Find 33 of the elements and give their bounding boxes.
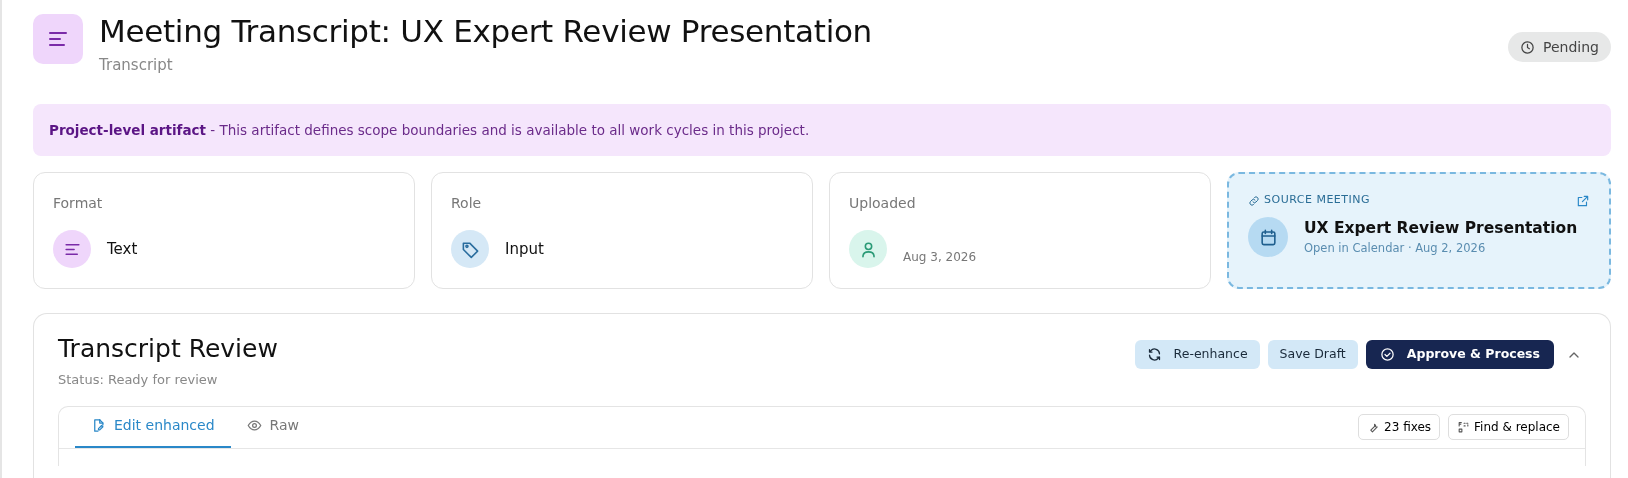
approve-button[interactable]: Approve & Process [1365,339,1554,369]
tab[interactable]: Edit enhanced [75,405,231,448]
card-label: Format [53,194,104,214]
external-link-icon [1576,193,1590,208]
source-meeting-card[interactable]: SOURCE MEETING UX Expert Review Presentation Open in Calendar · Aug 2, 2026 [1227,172,1611,290]
card-label: Role [451,194,483,214]
section-title: Transcript Review [58,334,279,365]
check-circle-icon [1379,346,1395,362]
meeting-subtitle: Open in Calendar · Aug 2, 2026 [1304,240,1487,258]
file-edit-icon [91,418,106,434]
find-replace-button[interactable]: Find & replace [1448,414,1569,441]
tab[interactable]: Raw [230,405,316,448]
page-title: Meeting Transcript: UX Expert Review Presentation [99,14,873,50]
re-enhance-button[interactable]: Re-enhance [1134,339,1260,369]
eye-icon [246,418,262,434]
link-icon [1248,194,1260,207]
find-replace-icon [1457,420,1471,434]
calendar-icon [1258,227,1278,247]
status-badge: Pending [1508,32,1611,62]
info-banner: Project-level artifact - This artifact defines scope boundaries and is available to all work cycles in this project. [33,104,1611,157]
fixes-button[interactable]: 23 fixes [1358,414,1441,441]
refresh-icon [1146,346,1162,362]
clock-icon [1520,39,1536,55]
tag-icon [460,239,480,259]
page-subtitle: Transcript [99,54,174,76]
card-label: SOURCE MEETING [1264,192,1372,209]
save-draft-button[interactable]: Save Draft [1267,339,1358,369]
card-value: Input [505,239,544,261]
meeting-title: UX Expert Review Presentation [1304,217,1578,239]
card-value: Aug 3, 2026 [903,249,977,267]
card-value: Text [107,239,138,261]
card-label: Uploaded [849,194,917,214]
status-text: Status: Ready for review [58,371,219,390]
